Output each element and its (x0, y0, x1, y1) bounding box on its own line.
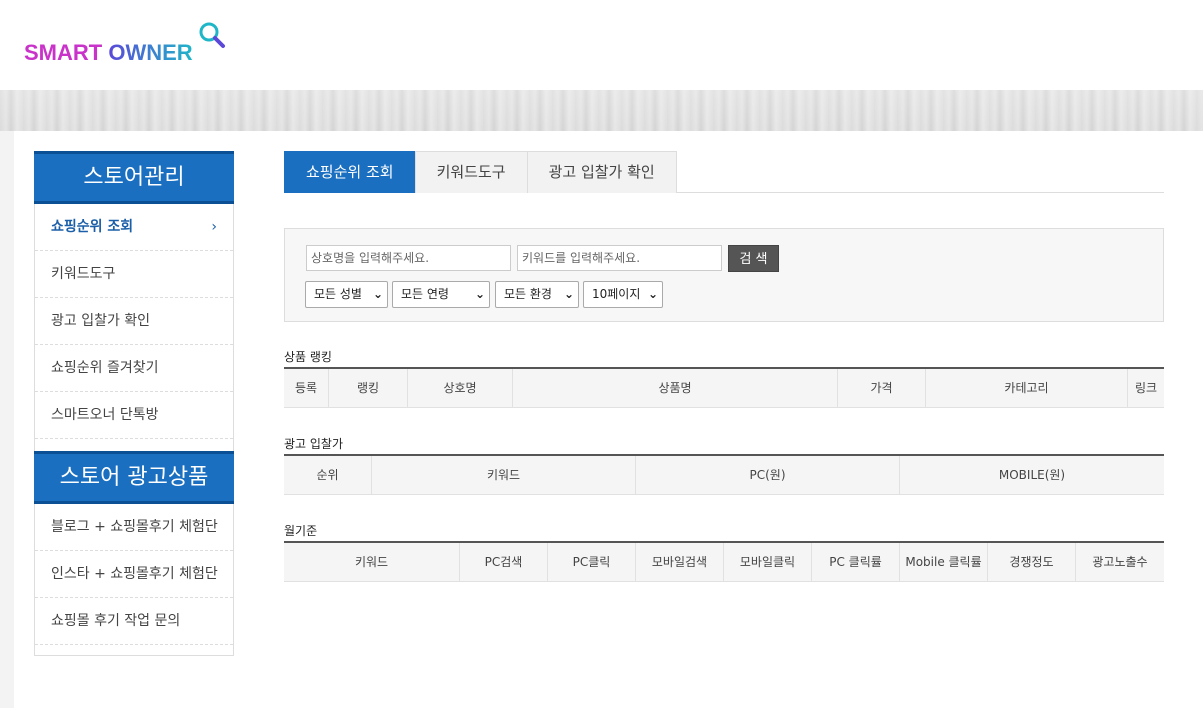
environment-select[interactable]: 모든 환경 ⌄ (495, 281, 579, 308)
search-panel: 상호명을 입력해주세요. 키워드를 입력해주세요. 검 색 모든 성별 ⌄ 모든… (284, 228, 1164, 322)
sidebar: 스토어관리 쇼핑순위 조회 › 키워드도구 광고 입찰가 확인 쇼핑순위 즐겨찾… (34, 151, 234, 656)
column-header: PC클릭 (548, 543, 636, 582)
bid-title: 광고 입찰가 (284, 437, 344, 451)
sidebar-section-store-management: 스토어관리 (34, 151, 234, 204)
bid-table-header: 순위 키워드 PC(원) MOBILE(원) (284, 454, 1164, 495)
environment-select-value: 모든 환경 (504, 287, 552, 301)
sidebar-item-ad-bid[interactable]: 광고 입찰가 확인 (35, 298, 233, 345)
header: SMART OWNER (0, 0, 1203, 90)
column-header: 가격 (838, 369, 926, 408)
ranking-title: 상품 랭킹 (284, 350, 332, 364)
column-header: PC검색 (460, 543, 548, 582)
sidebar-item-blog-review[interactable]: 블로그 + 쇼핑몰후기 체험단 (35, 504, 233, 551)
sidebar-list-1: 쇼핑순위 조회 › 키워드도구 광고 입찰가 확인 쇼핑순위 즐겨찾기 스마트오… (34, 204, 234, 439)
search-button[interactable]: 검 색 (728, 245, 779, 272)
sidebar-item-review-inquiry[interactable]: 쇼핑몰 후기 작업 문의 (35, 598, 233, 645)
monthly-title: 월기준 (284, 524, 318, 538)
tab-bar: 쇼핑순위 조회 키워드도구 광고 입찰가 확인 (284, 151, 1164, 193)
logo[interactable]: SMART OWNER (24, 22, 225, 66)
column-header: PC(원) (636, 456, 900, 495)
sidebar-item-label: 쇼핑몰 후기 작업 문의 (51, 613, 181, 629)
gender-select[interactable]: 모든 성별 ⌄ (305, 281, 388, 308)
tab-shopping-rank[interactable]: 쇼핑순위 조회 (284, 151, 416, 193)
logo-owner: OWNER (108, 40, 193, 65)
sidebar-item-insta-review[interactable]: 인스타 + 쇼핑몰후기 체험단 (35, 551, 233, 598)
sidebar-item-rank-favorites[interactable]: 쇼핑순위 즐겨찾기 (35, 345, 233, 392)
monthly-table-header: 키워드 PC검색 PC클릭 모바일검색 모바일클릭 PC 클릭률 Mobile … (284, 541, 1164, 582)
chevron-down-icon: ⌄ (372, 287, 383, 301)
chevron-down-icon: ⌄ (647, 287, 658, 301)
sidebar-bottom-spacer (35, 645, 233, 655)
pages-select[interactable]: 10페이지 ⌄ (583, 281, 663, 308)
chevron-right-icon: › (211, 219, 217, 235)
sidebar-section-ad-products: 스토어 광고상품 (34, 451, 234, 504)
column-header: PC 클릭률 (812, 543, 900, 582)
sidebar-item-chatroom[interactable]: 스마트오너 단톡방 (35, 392, 233, 439)
sidebar-item-keyword-tool[interactable]: 키워드도구 (35, 251, 233, 298)
column-header: Mobile 클릭률 (900, 543, 988, 582)
column-header: 링크 (1134, 381, 1158, 395)
column-header: MOBILE(원) (998, 468, 1066, 482)
gender-select-value: 모든 성별 (314, 287, 362, 301)
column-header: 등록 (284, 369, 329, 408)
sidebar-item-label: 블로그 + 쇼핑몰후기 체험단 (51, 519, 218, 535)
sidebar-item-label: 쇼핑순위 즐겨찾기 (51, 360, 159, 376)
age-select[interactable]: 모든 연령 ⌄ (392, 281, 490, 308)
sidebar-item-label: 키워드도구 (51, 266, 116, 282)
column-header: 카테고리 (926, 369, 1128, 408)
sidebar-spacer (34, 439, 234, 451)
magnifier-icon (199, 22, 225, 48)
column-header: 순위 (284, 456, 372, 495)
sidebar-item-label: 광고 입찰가 확인 (51, 313, 151, 329)
sidebar-item-label: 쇼핑순위 조회 (51, 219, 134, 235)
sidebar-item-label: 스마트오너 단톡방 (51, 407, 159, 423)
sidebar-list-2: 블로그 + 쇼핑몰후기 체험단 인스타 + 쇼핑몰후기 체험단 쇼핑몰 후기 작… (34, 504, 234, 656)
logo-smart: SMART (24, 40, 103, 65)
sidebar-item-label: 인스타 + 쇼핑몰후기 체험단 (51, 566, 218, 582)
column-header: 상품명 (513, 369, 838, 408)
keyword-input[interactable]: 키워드를 입력해주세요. (517, 245, 722, 271)
column-header: 광고노출수 (1092, 555, 1148, 569)
column-header: 키워드 (284, 543, 460, 582)
sidebar-item-shopping-rank[interactable]: 쇼핑순위 조회 › (35, 204, 233, 251)
store-name-input[interactable]: 상호명을 입력해주세요. (306, 245, 511, 271)
chevron-down-icon: ⌄ (563, 287, 574, 301)
column-header: 모바일클릭 (724, 543, 812, 582)
pages-select-value: 10페이지 (592, 287, 641, 301)
tab-ad-bid[interactable]: 광고 입찰가 확인 (526, 151, 677, 193)
logo-text: SMART OWNER (24, 40, 193, 66)
column-header: 모바일검색 (636, 543, 724, 582)
column-header: 랭킹 (329, 369, 408, 408)
column-header: 상호명 (408, 369, 513, 408)
column-header: 경쟁정도 (988, 543, 1076, 582)
age-select-value: 모든 연령 (401, 287, 449, 301)
chevron-down-icon: ⌄ (474, 287, 485, 301)
column-header: 키워드 (372, 456, 636, 495)
tab-keyword-tool[interactable]: 키워드도구 (414, 151, 528, 193)
header-banner-overlay (0, 90, 1203, 131)
ranking-table-header: 등록 랭킹 상호명 상품명 가격 카테고리 링크 (284, 367, 1164, 408)
